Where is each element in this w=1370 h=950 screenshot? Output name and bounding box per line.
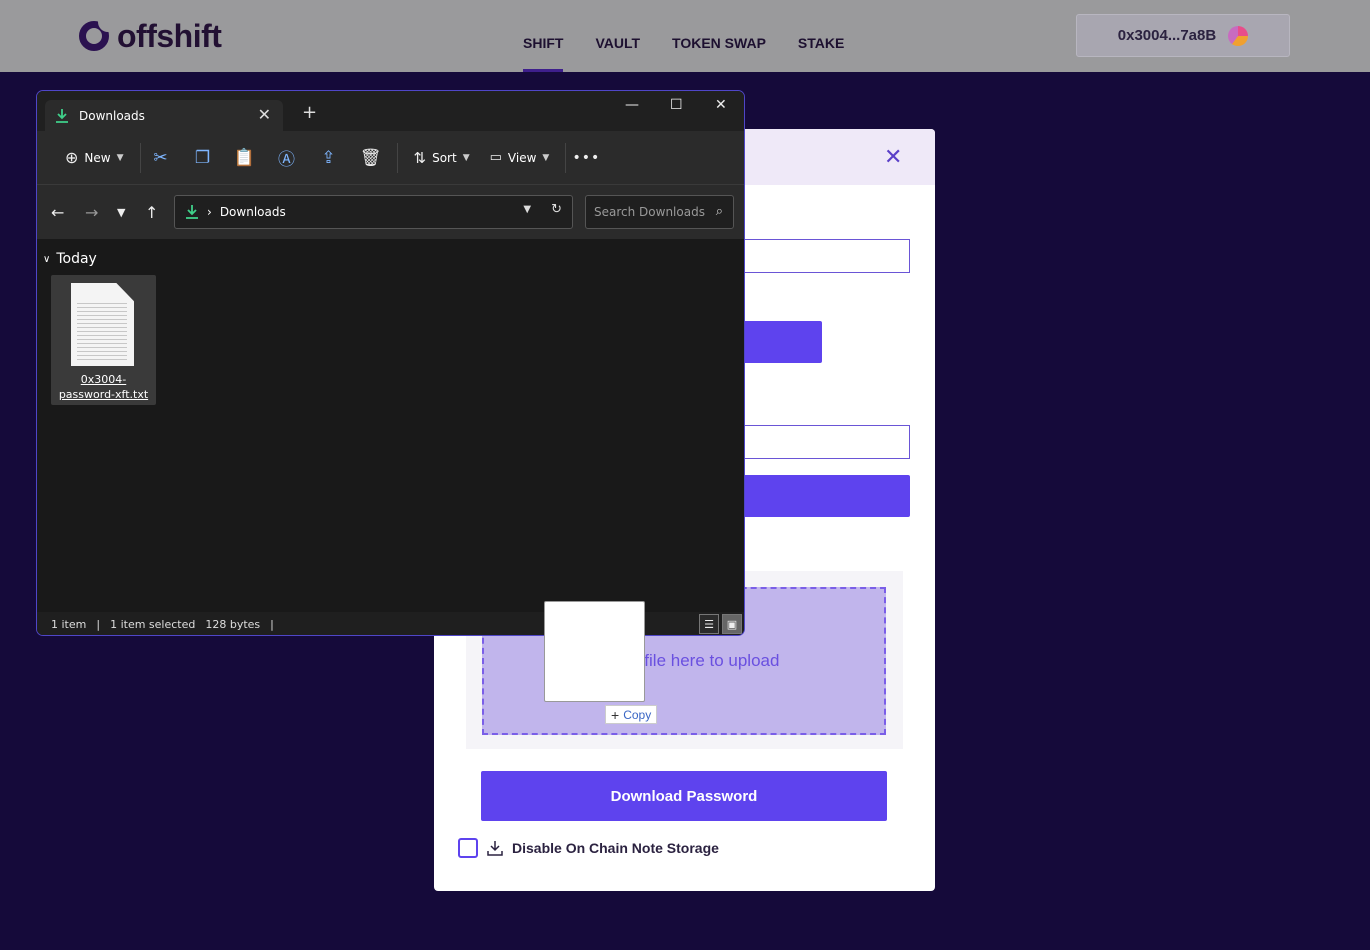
status-divider: | (270, 618, 274, 631)
sort-label: Sort (432, 150, 457, 165)
more-options-icon[interactable]: ••• (572, 150, 600, 166)
breadcrumb-chevron-icon: › (207, 205, 212, 219)
view-button[interactable]: ▭ View ▼ (480, 142, 560, 174)
modal-button-2[interactable] (733, 475, 910, 517)
modal-input-1[interactable] (733, 239, 910, 273)
sort-button[interactable]: ⇅ Sort ▼ (404, 142, 480, 174)
file-explorer-window: Downloads ✕ + — ☐ ✕ ⊕ New ▼ ✂ ❐ 📋 Ⓐ ⇪ 🗑 … (36, 90, 745, 636)
checkbox-label: Disable On Chain Note Storage (512, 840, 719, 856)
tab-downloads[interactable]: Downloads ✕ (45, 100, 283, 131)
breadcrumb-downloads[interactable]: Downloads (220, 205, 286, 219)
rename-icon[interactable]: Ⓐ (273, 145, 301, 170)
drag-preview (544, 601, 645, 702)
chevron-down-icon[interactable]: ▼ (523, 204, 531, 217)
new-label: New (84, 150, 111, 165)
group-label: Today (56, 251, 97, 267)
details-view-icon[interactable]: ☰ (699, 614, 719, 634)
toolbar-divider (565, 142, 567, 173)
group-header-today[interactable]: ∨ Today (43, 251, 97, 267)
file-name: 0x3004-password-xft.txt (58, 373, 149, 401)
share-icon[interactable]: ⇪ (315, 148, 343, 168)
refresh-icon[interactable]: ↻ (551, 202, 562, 217)
view-mode-buttons: ☰ ▣ (699, 614, 742, 634)
downloads-icon (186, 205, 198, 219)
main-nav: SHIFT VAULT TOKEN SWAP STAKE (507, 0, 860, 72)
address-actions: ▼ ↻ (523, 202, 562, 217)
explorer-tabbar: Downloads ✕ + — ☐ ✕ (37, 91, 744, 131)
download-icon (487, 841, 503, 856)
brand-name: offshift (117, 17, 222, 54)
top-navbar: offshift SHIFT VAULT TOKEN SWAP STAKE 0x… (0, 0, 1370, 72)
sort-icon: ⇅ (413, 148, 427, 167)
chevron-down-icon: ▼ (542, 152, 550, 163)
disable-note-storage-checkbox[interactable] (458, 838, 478, 858)
up-arrow-icon[interactable]: ↑ (145, 203, 158, 222)
chevron-down-icon: ∨ (43, 253, 51, 265)
copy-tooltip: + Copy (605, 705, 658, 724)
plus-circle-icon: ⊕ (65, 148, 79, 167)
downloads-icon (56, 108, 68, 123)
nav-stake[interactable]: STAKE (782, 0, 860, 72)
chevron-down-icon: ▼ (462, 152, 470, 163)
plus-icon: + (611, 706, 620, 723)
search-placeholder: Search Downloads (594, 205, 705, 219)
logo-icon (79, 20, 110, 51)
copy-label: Copy (623, 707, 652, 722)
wallet-address: 0x3004...7a8B (1117, 27, 1217, 44)
view-label: View (507, 150, 537, 165)
tab-label: Downloads (79, 108, 145, 123)
modal-button-1[interactable] (733, 321, 822, 363)
recent-locations-icon[interactable]: ▼ (117, 206, 125, 219)
back-arrow-icon[interactable]: ← (51, 203, 64, 222)
new-tab-icon[interactable]: + (302, 102, 317, 123)
delete-icon[interactable]: 🗑 (357, 148, 385, 168)
nav-token-swap[interactable]: TOKEN SWAP (656, 0, 782, 72)
file-item[interactable]: 0x3004-password-xft.txt (51, 275, 156, 405)
close-icon[interactable]: ✕ (884, 146, 902, 168)
nav-vault[interactable]: VAULT (579, 0, 656, 72)
search-input[interactable]: Search Downloads ⌕ (585, 195, 734, 229)
tab-close-icon[interactable]: ✕ (258, 105, 271, 124)
toolbar-divider (139, 142, 141, 173)
paste-icon[interactable]: 📋 (231, 148, 259, 168)
window-close-icon[interactable]: ✕ (715, 97, 727, 113)
address-bar[interactable]: › Downloads ▼ ↻ (174, 195, 573, 229)
search-icon: ⌕ (715, 204, 723, 219)
brand-logo[interactable]: offshift (79, 17, 222, 54)
wallet-button[interactable]: 0x3004...7a8B (1076, 14, 1290, 57)
tiles-view-icon[interactable]: ▣ (722, 614, 742, 634)
download-password-button[interactable]: Download Password (481, 771, 887, 821)
toolbar-divider (396, 142, 398, 173)
item-count: 1 item (51, 618, 87, 631)
cut-icon[interactable]: ✂ (147, 148, 175, 168)
chevron-down-icon: ▼ (116, 152, 124, 163)
selected-size: 128 bytes (205, 618, 261, 631)
status-divider: | (96, 618, 101, 631)
note-storage-option: Disable On Chain Note Storage (458, 838, 719, 858)
view-icon: ▭ (489, 150, 502, 165)
nav-shift[interactable]: SHIFT (507, 0, 579, 72)
text-file-lines (77, 300, 127, 360)
wallet-avatar-icon (1228, 25, 1249, 46)
modal-input-2[interactable] (733, 425, 910, 459)
explorer-toolbar: ⊕ New ▼ ✂ ❐ 📋 Ⓐ ⇪ 🗑 ⇅ Sort ▼ ▭ View ▼ ••… (37, 131, 744, 185)
minimize-icon[interactable]: — (625, 97, 639, 113)
maximize-icon[interactable]: ☐ (670, 97, 683, 113)
new-button[interactable]: ⊕ New ▼ (55, 142, 134, 174)
copy-icon[interactable]: ❐ (189, 148, 217, 168)
selected-count: 1 item selected (110, 618, 196, 631)
forward-arrow-icon[interactable]: → (85, 203, 98, 222)
